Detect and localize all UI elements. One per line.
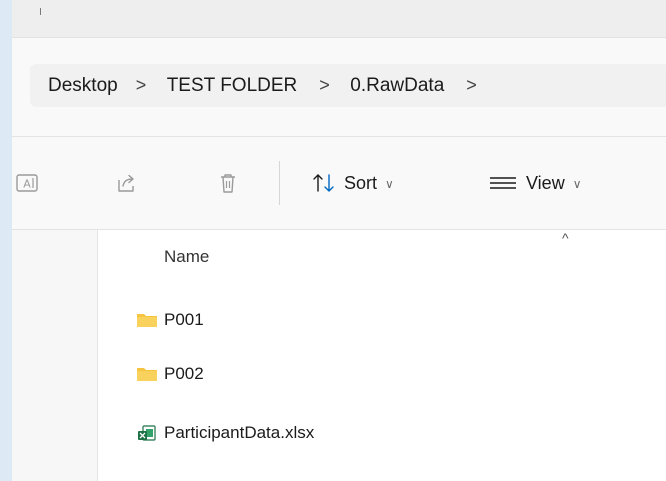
breadcrumb-item-test-folder[interactable]: TEST FOLDER — [167, 75, 298, 97]
view-button-label: View — [526, 172, 565, 193]
excel-file-icon — [138, 425, 156, 441]
file-list-pane: ^ Name P001 P002 ParticipantData.xlsx — [12, 230, 666, 481]
sort-ascending-indicator: ^ — [562, 230, 569, 246]
file-name: P001 — [164, 310, 204, 329]
view-button[interactable]: View ∨ — [488, 167, 582, 199]
breadcrumb-separator-icon[interactable]: > — [319, 75, 330, 96]
title-bar — [12, 0, 666, 38]
rename-icon[interactable]: A — [16, 172, 38, 194]
sort-button[interactable]: Sort ∨ — [312, 167, 394, 199]
list-item-participantdata[interactable]: ParticipantData.xlsx — [136, 418, 314, 448]
chevron-down-icon: ∨ — [572, 177, 582, 191]
view-lines-icon — [490, 177, 516, 189]
command-bar: A Sort ∨ View ∨ — [12, 137, 666, 230]
file-name: ParticipantData.xlsx — [164, 423, 315, 442]
sort-arrows-icon — [313, 174, 334, 192]
breadcrumb-item-desktop[interactable]: Desktop — [48, 75, 118, 97]
file-explorer-window: Desktop > TEST FOLDER > 0.RawData > A So… — [12, 0, 666, 481]
title-bar-mark — [40, 8, 41, 15]
file-name: P002 — [164, 364, 204, 383]
navigation-pane[interactable] — [12, 230, 98, 481]
list-item-p001[interactable]: P001 — [136, 305, 204, 335]
folder-icon — [137, 314, 157, 327]
folder-icon — [137, 368, 157, 381]
sort-button-label: Sort — [344, 172, 378, 193]
list-item-p002[interactable]: P002 — [136, 359, 204, 389]
share-icon[interactable] — [116, 172, 138, 194]
address-bar-row: Desktop > TEST FOLDER > 0.RawData > — [12, 38, 666, 137]
toolbar-divider — [279, 161, 280, 205]
chevron-down-icon: ∨ — [385, 177, 394, 191]
breadcrumb-separator-icon[interactable]: > — [136, 75, 147, 96]
breadcrumb[interactable]: Desktop > TEST FOLDER > 0.RawData > — [30, 64, 666, 107]
column-header-name[interactable]: Name — [164, 247, 209, 267]
breadcrumb-item-rawdata[interactable]: 0.RawData — [350, 75, 444, 97]
delete-icon[interactable] — [217, 172, 239, 194]
breadcrumb-separator-icon[interactable]: > — [466, 75, 477, 96]
svg-text:A: A — [23, 178, 31, 191]
